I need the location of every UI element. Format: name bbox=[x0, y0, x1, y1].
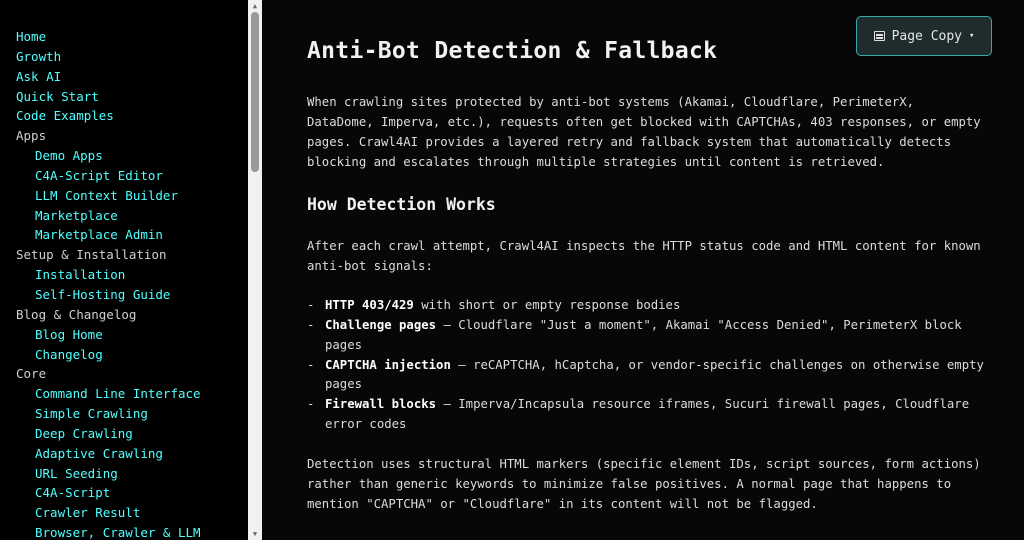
sidebar-item[interactable]: Command Line Interface bbox=[16, 384, 201, 404]
sidebar-list: Home Growth Ask AI Quick Start Code Examples… bbox=[16, 27, 201, 540]
detection-note-paragraph: Detection uses structural HTML markers (… bbox=[307, 457, 981, 511]
bullet-dash: - bbox=[307, 397, 315, 412]
signal-list-item: - Firewall blocks — Imperva/Incapsula res… bbox=[307, 395, 987, 435]
sidebar-item[interactable]: C4A-Script Editor bbox=[16, 166, 201, 186]
sidebar-item[interactable]: Installation bbox=[16, 265, 201, 285]
sidebar-nav: Home Growth Ask AI Quick Start Code Examples… bbox=[0, 0, 248, 540]
sidebar-item[interactable]: Changelog bbox=[16, 345, 201, 365]
intro-paragraph: When crawling sites protected by anti-bo… bbox=[307, 95, 981, 169]
scrollbar-thumb[interactable] bbox=[251, 12, 259, 172]
signal-list-item: - Challenge pages — Cloudflare "Just a mo… bbox=[307, 316, 987, 356]
sidebar-item[interactable]: LLM Context Builder bbox=[16, 186, 201, 206]
signal-term: HTTP 403/429 bbox=[325, 298, 414, 312]
section-heading: How Detection Works bbox=[307, 195, 496, 214]
sidebar-scrollbar[interactable]: ▲ ▼ bbox=[248, 0, 262, 540]
sidebar-item[interactable]: Demo Apps bbox=[16, 146, 201, 166]
scroll-up-arrow-icon[interactable]: ▲ bbox=[248, 1, 262, 11]
page-copy-label: Page Copy bbox=[891, 28, 963, 44]
sidebar-group-label: Setup & Installation bbox=[16, 247, 167, 263]
sidebar-item[interactable]: Marketplace bbox=[16, 206, 201, 226]
signal-list-item: - HTTP 403/429 with short or empty respon… bbox=[307, 296, 987, 316]
signal-term: Firewall blocks bbox=[325, 397, 437, 412]
scroll-down-arrow-icon[interactable]: ▼ bbox=[248, 529, 262, 539]
document-icon bbox=[873, 31, 885, 41]
bullet-dash: - bbox=[307, 317, 315, 332]
sidebar-item[interactable]: Adaptive Crawling bbox=[16, 444, 201, 464]
sidebar-item[interactable]: Code Examples bbox=[16, 106, 201, 126]
sidebar-item[interactable]: Browser, Crawler & LLM bbox=[16, 523, 201, 540]
sidebar-item[interactable]: Crawler Result bbox=[16, 503, 201, 523]
signal-list: - HTTP 403/429 with short or empty respon… bbox=[307, 296, 987, 435]
sidebar-item[interactable]: C4A-Script bbox=[16, 483, 201, 503]
sidebar-item[interactable]: Quick Start bbox=[16, 87, 201, 107]
signal-list-item: - CAPTCHA injection — reCAPTCHA, hCaptcha… bbox=[307, 356, 987, 396]
sidebar-item[interactable]: Simple Crawling bbox=[16, 404, 201, 424]
main-content: Anti-Bot Detection & Fallback When crawl… bbox=[262, 0, 1024, 540]
sidebar-item[interactable]: Blog Home bbox=[16, 325, 201, 345]
chevron-down-icon: ▾ bbox=[969, 31, 975, 41]
sidebar-item[interactable]: Marketplace Admin bbox=[16, 225, 201, 245]
signal-description: with short or empty response bodies bbox=[413, 298, 681, 312]
sidebar-item[interactable]: URL Seeding bbox=[16, 464, 201, 484]
sidebar-group-label: Core bbox=[16, 366, 47, 382]
bullet-dash: - bbox=[307, 298, 315, 312]
page-copy-button[interactable]: Page Copy ▾ bbox=[856, 16, 992, 56]
sidebar-item[interactable]: Home bbox=[16, 27, 201, 47]
signal-term: Challenge pages bbox=[325, 317, 437, 332]
sidebar-item[interactable]: Self-Hosting Guide bbox=[16, 285, 201, 305]
sidebar-group-label: Apps bbox=[16, 128, 47, 144]
section-intro-paragraph: After each crawl attempt, Crawl4AI inspe… bbox=[307, 239, 981, 273]
sidebar-group-label: Blog & Changelog bbox=[16, 306, 137, 322]
sidebar-item[interactable]: Growth bbox=[16, 47, 201, 67]
signal-term: CAPTCHA injection bbox=[325, 357, 451, 372]
bullet-dash: - bbox=[307, 357, 315, 372]
sidebar-item[interactable]: Ask AI bbox=[16, 67, 201, 87]
page-title: Anti-Bot Detection & Fallback bbox=[307, 38, 718, 64]
sidebar-item[interactable]: Deep Crawling bbox=[16, 424, 201, 444]
